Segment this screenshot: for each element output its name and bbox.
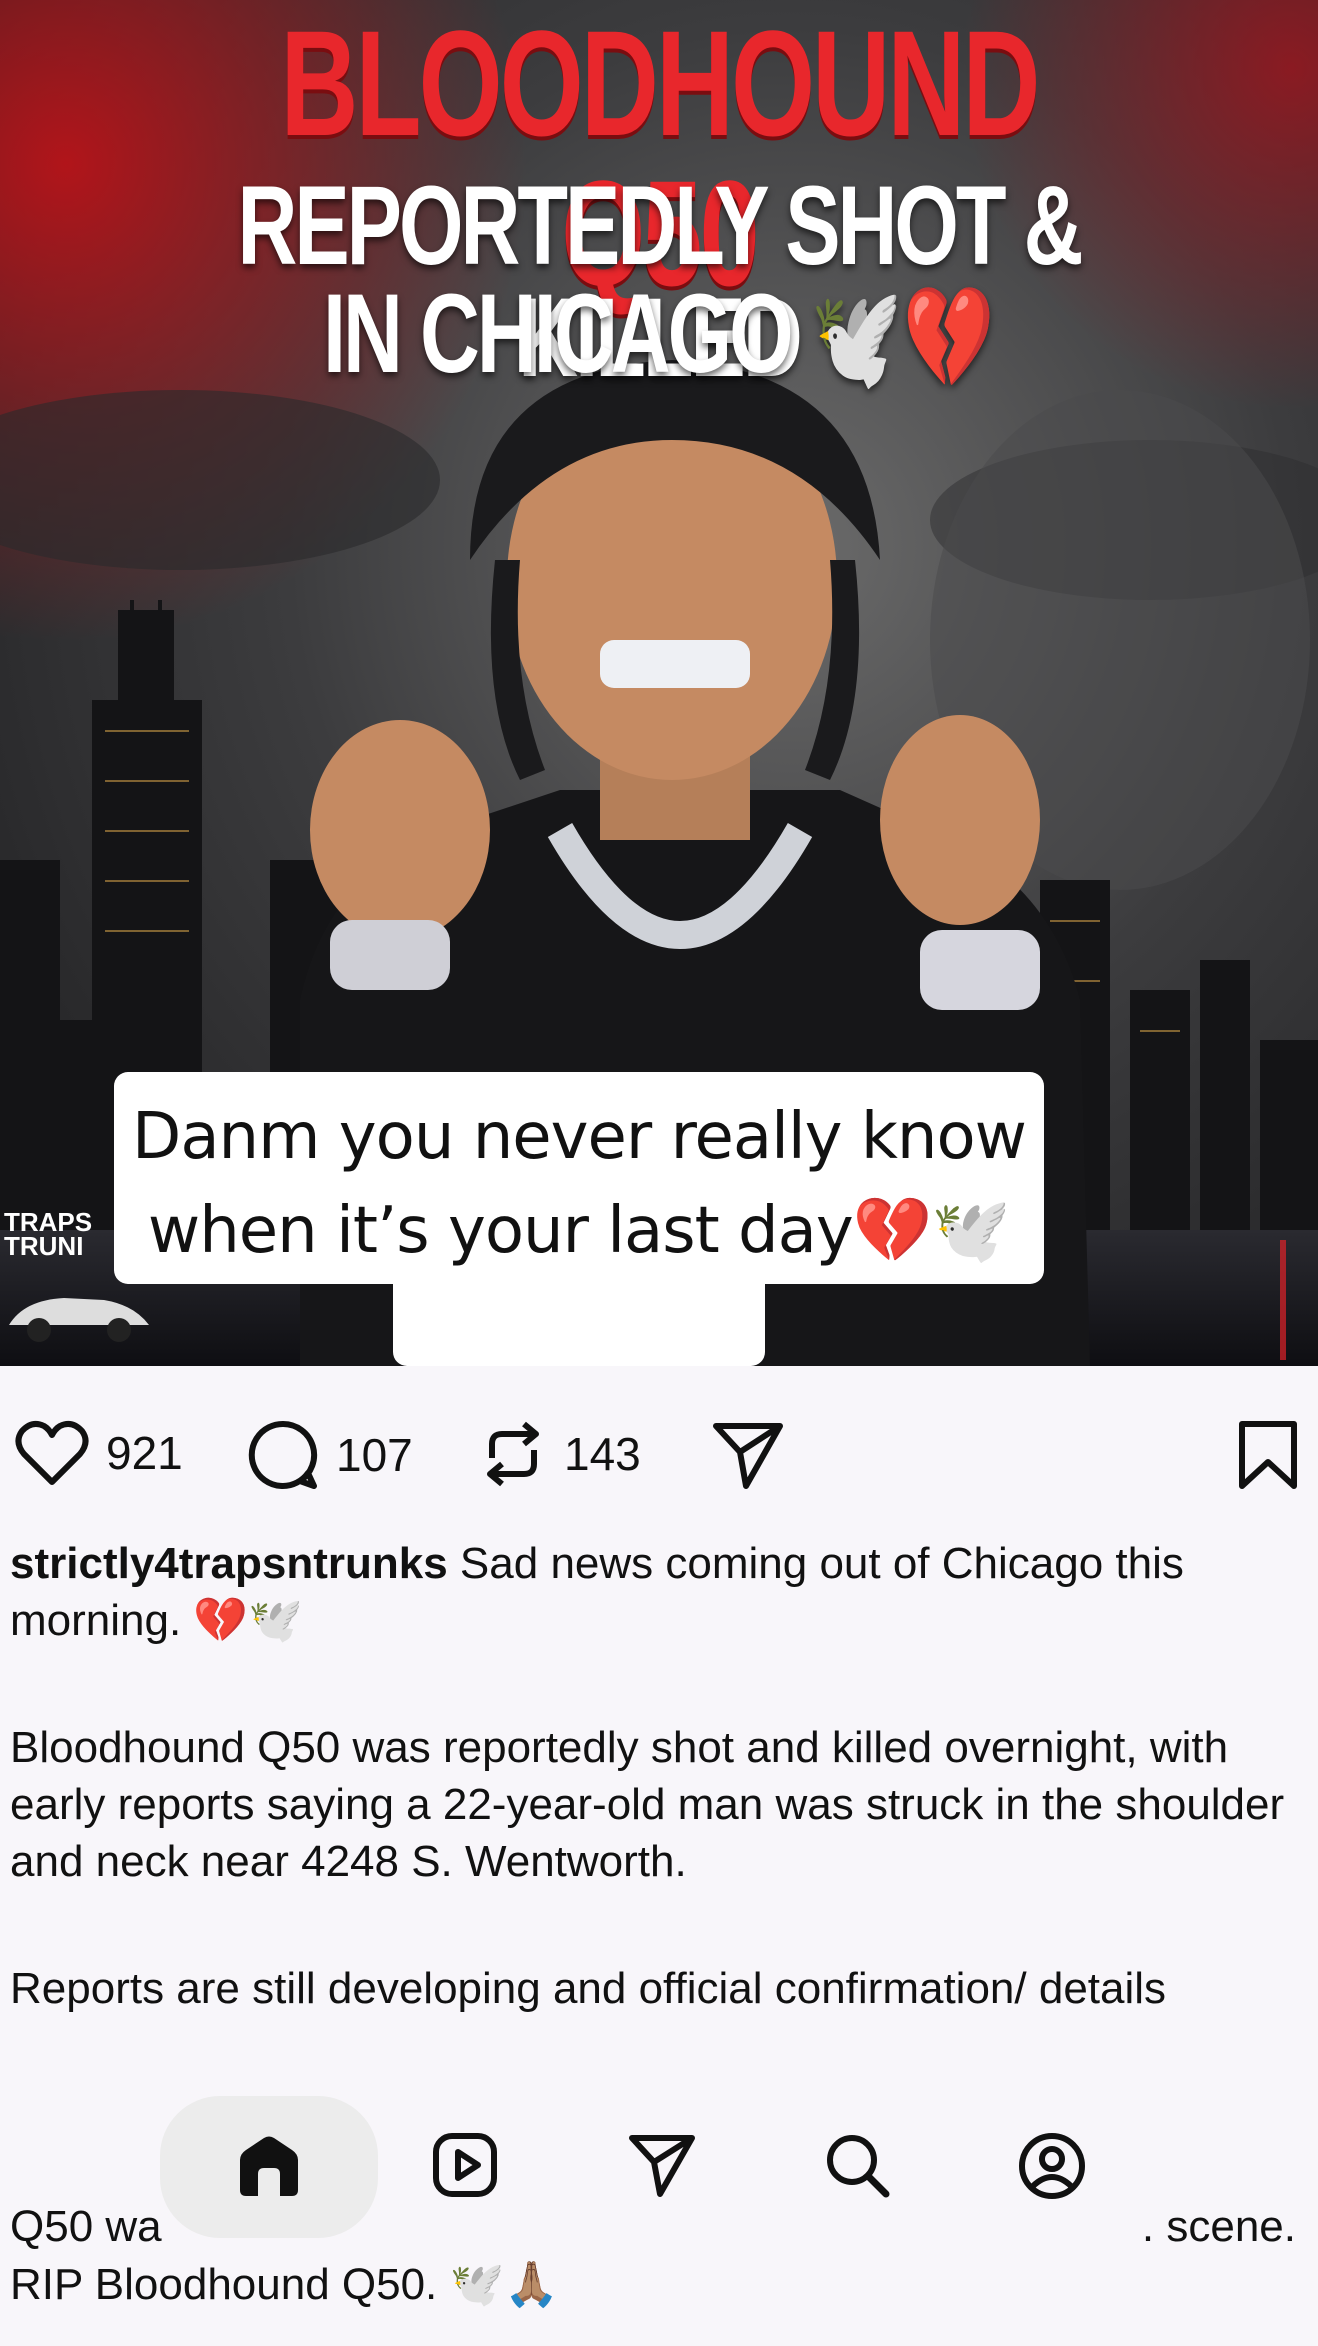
reels-icon <box>433 2133 497 2197</box>
caption-line4-left: Q50 wa <box>10 2202 162 2251</box>
send-icon <box>713 1423 783 1489</box>
save-button[interactable] <box>1236 1418 1300 1492</box>
headline-location: IN CHICAGO 🕊️💔 <box>171 278 1146 390</box>
caption-rip-line: RIP Bloodhound Q50. 🕊️🙏🏽 <box>10 2260 560 2309</box>
search-icon <box>827 2135 890 2198</box>
heart-icon <box>15 1420 89 1485</box>
profile-icon <box>1019 2133 1085 2199</box>
home-icon <box>240 2136 298 2196</box>
post-username[interactable]: strictly4trapsntrunks <box>10 1539 448 1588</box>
repost-count: 143 <box>564 1428 641 1480</box>
headline-location-text: IN CHICAGO <box>322 271 794 396</box>
overlay-caption: Danm you never really know when it’s you… <box>132 1100 1027 1268</box>
nav-messages[interactable] <box>626 2130 698 2205</box>
overlay-caption-tail <box>393 1280 765 1366</box>
nav-reels[interactable] <box>430 2130 500 2205</box>
like-count: 921 <box>106 1427 183 1479</box>
bookmark-icon <box>1239 1421 1297 1489</box>
comment-count: 107 <box>336 1429 413 1481</box>
post-actions-bar: 921 107 143 <box>0 1396 1318 1506</box>
repost-button[interactable]: 143 <box>478 1418 641 1490</box>
nav-home[interactable] <box>234 2130 304 2205</box>
share-button[interactable] <box>710 1418 786 1490</box>
caption-paragraph-2: Bloodhound Q50 was reportedly shot and k… <box>10 1723 1285 1886</box>
caption-paragraph-1: strictly4trapsntrunks Sad news coming ou… <box>10 1535 1300 1649</box>
send-icon <box>629 2135 695 2197</box>
repost-icon <box>487 1421 539 1487</box>
like-button[interactable]: 921 <box>14 1418 183 1488</box>
caption-line4-right: . scene. <box>1141 2202 1296 2251</box>
bottom-nav <box>160 2090 1160 2240</box>
post-caption: strictly4trapsntrunks Sad news coming ou… <box>10 1535 1300 2087</box>
nav-profile[interactable] <box>1016 2130 1088 2207</box>
headline-emoji: 🕊️💔 <box>810 282 996 394</box>
comment-icon <box>248 1420 318 1489</box>
post-image[interactable]: BLOODHOUND Q50 REPORTEDLY SHOT & KILLED … <box>0 0 1318 1366</box>
nav-search[interactable] <box>822 2130 892 2205</box>
comment-button[interactable]: 107 <box>246 1418 413 1492</box>
caption-paragraph-3: Reports are still developing and officia… <box>10 1964 1167 2013</box>
